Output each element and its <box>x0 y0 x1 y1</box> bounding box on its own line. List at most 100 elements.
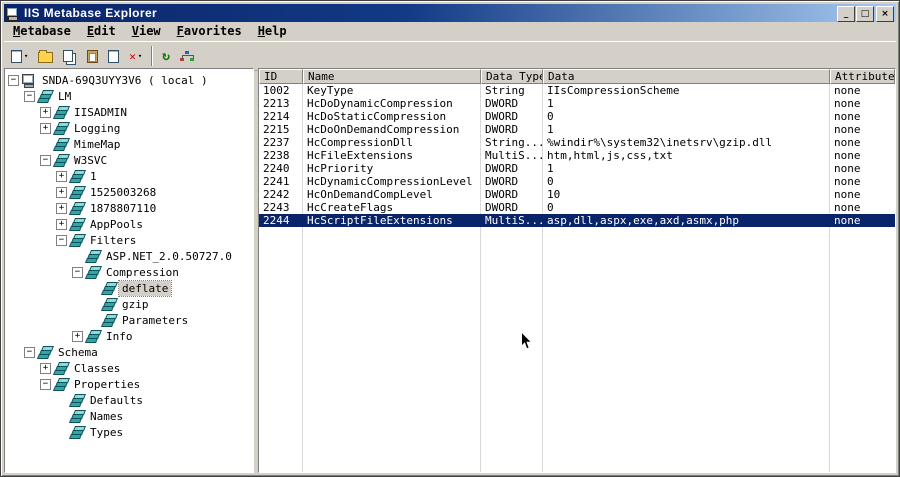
cell-name: HcDoOnDemandCompression <box>307 123 460 136</box>
table-row-2214[interactable]: 2214 HcDoStaticCompression DWORD 0 none <box>259 110 895 123</box>
maximize-button[interactable]: □ <box>856 6 874 22</box>
tree-item-asp-net-2-0-50727-0[interactable]: ASP.NET_2.0.50727.0 <box>7 248 253 264</box>
tree-item-defaults[interactable]: Defaults <box>7 392 253 408</box>
table-row-2240[interactable]: 2240 HcPriority DWORD 1 none <box>259 162 895 175</box>
table-row-2238[interactable]: 2238 HcFileExtensions MultiS... htm,html,js… <box>259 149 895 162</box>
collapse-icon[interactable]: − <box>24 90 35 102</box>
tree-item-logging[interactable]: + Logging <box>7 120 253 136</box>
metabase-key-icon <box>52 105 71 120</box>
menu-favorites[interactable]: Favorites <box>169 23 250 40</box>
cell-data-type: DWORD <box>485 110 519 123</box>
table-row-2215[interactable]: 2215 HcDoOnDemandCompression DWORD 1 none <box>259 123 895 136</box>
edit-record-button[interactable] <box>103 44 124 68</box>
tree-item-snda-69q3uyy3v6-local[interactable]: − SNDA-69Q3UYY3V6 ( local ) <box>7 72 253 88</box>
metabase-tree[interactable]: − SNDA-69Q3UYY3V6 ( local ) − LM + IISADMIN + L… <box>4 68 254 473</box>
cell-data-type: DWORD <box>485 188 519 201</box>
collapse-icon[interactable]: − <box>72 266 83 278</box>
expand-icon[interactable]: + <box>72 330 83 342</box>
tree-item-1[interactable]: +1 <box>7 168 253 184</box>
table-row-2244[interactable]: 2244 HcScriptFileExtensions MultiS... asp,d… <box>259 214 895 227</box>
table-row-2243[interactable]: 2243 HcCreateFlags DWORD 0 none <box>259 201 895 214</box>
cell-attributes: none <box>834 214 861 227</box>
column-header-data[interactable]: Data <box>543 69 830 84</box>
collapse-icon[interactable]: − <box>40 154 51 166</box>
window-controls: _ □ × <box>836 6 894 22</box>
metabase-key-icon <box>52 153 71 168</box>
tree-item-classes[interactable]: + Classes <box>7 360 253 376</box>
column-header-data-type[interactable]: Data Type <box>481 69 543 84</box>
table-row-1002[interactable]: 1002 KeyType String IIsCompressionScheme non… <box>259 84 895 97</box>
tree-item-label: ASP.NET_2.0.50727.0 <box>106 249 232 263</box>
table-row-2242[interactable]: 2242 HcOnDemandCompLevel DWORD 10 none <box>259 188 895 201</box>
tree-item-label: LM <box>58 89 72 103</box>
tree-item-deflate[interactable]: deflate <box>7 279 253 297</box>
collapse-icon[interactable]: − <box>8 74 19 86</box>
tree-item-compression[interactable]: − Compression <box>7 264 253 280</box>
tree-item-properties[interactable]: − Properties <box>7 376 253 392</box>
metabase-key-icon <box>52 377 71 392</box>
table-row-2237[interactable]: 2237 HcCompressionDll String... %windir%\sy… <box>259 136 895 149</box>
tree-item-gzip[interactable]: gzip <box>7 296 253 312</box>
cell-data: 0 <box>547 175 554 188</box>
expand-icon[interactable]: + <box>56 186 67 198</box>
menu-help[interactable]: Help <box>250 23 295 40</box>
connect-computer-button[interactable] <box>175 44 198 68</box>
new-key-button[interactable]: ▾ <box>6 44 33 68</box>
column-header-id[interactable]: ID <box>259 69 303 84</box>
tree-item-names[interactable]: Names <box>7 408 253 424</box>
cell-name: HcPriority <box>307 162 374 175</box>
table-row-2213[interactable]: 2213 HcDoDynamicCompression DWORD 1 none <box>259 97 895 110</box>
open-folder-button[interactable] <box>33 44 58 68</box>
refresh-button[interactable]: ↻ <box>157 44 175 68</box>
copy-button[interactable] <box>58 44 82 68</box>
menu-edit[interactable]: Edit <box>79 23 124 40</box>
column-header-name[interactable]: Name <box>303 69 481 84</box>
cell-name: HcDoDynamicCompression <box>307 97 453 110</box>
tree-item-label: 1 <box>90 169 97 183</box>
cell-data-type: MultiS... <box>485 214 543 227</box>
tree-item-1525003268[interactable]: +1525003268 <box>7 184 253 200</box>
tree-item-apppools[interactable]: + AppPools <box>7 216 253 232</box>
cell-attributes: none <box>834 188 861 201</box>
network-icon <box>180 50 194 62</box>
minimize-button[interactable]: _ <box>837 6 855 22</box>
cell-id: 2242 <box>263 188 290 201</box>
expand-icon[interactable]: + <box>56 218 67 230</box>
collapse-icon[interactable]: − <box>40 378 51 390</box>
tree-item-w3svc[interactable]: − W3SVC <box>7 152 253 168</box>
menu-view[interactable]: View <box>124 23 169 40</box>
paste-button[interactable] <box>82 44 103 68</box>
window-title: IIS Metabase Explorer <box>24 6 158 20</box>
expand-icon[interactable]: + <box>40 106 51 118</box>
menu-metabase[interactable]: Metabase <box>5 23 79 40</box>
tree-item-iisadmin[interactable]: + IISADMIN <box>7 104 253 120</box>
tree-item-info[interactable]: + Info <box>7 328 253 344</box>
expand-icon[interactable]: + <box>40 122 51 134</box>
expand-icon[interactable]: + <box>56 202 67 214</box>
metabase-key-icon <box>84 249 103 264</box>
expand-icon[interactable]: + <box>56 170 67 182</box>
tree-item-schema[interactable]: − Schema <box>7 344 253 360</box>
tree-item-filters[interactable]: − Filters <box>7 232 253 248</box>
column-header-attributes[interactable]: Attributes <box>830 69 895 84</box>
tree-item-lm[interactable]: − LM <box>7 88 253 104</box>
tree-item-label: Properties <box>74 377 141 391</box>
tree-item-parameters[interactable]: Parameters <box>7 312 253 328</box>
table-row-2241[interactable]: 2241 HcDynamicCompressionLevel DWORD 0 none <box>259 175 895 188</box>
collapse-icon[interactable]: − <box>24 346 35 358</box>
collapse-icon[interactable]: − <box>56 234 67 246</box>
expand-icon[interactable]: + <box>40 362 51 374</box>
paste-icon <box>87 49 99 63</box>
delete-button[interactable]: ✕ ▾ <box>124 44 147 68</box>
toolbar-separator <box>151 46 154 66</box>
metabase-key-icon <box>68 233 87 248</box>
close-button[interactable]: × <box>876 6 894 22</box>
title-bar[interactable]: IIS Metabase Explorer _ □ × <box>4 4 896 22</box>
tree-item-mimemap[interactable]: MimeMap <box>7 136 253 152</box>
tree-item-types[interactable]: Types <box>7 424 253 440</box>
tree-item-1878807110[interactable]: +1878807110 <box>7 200 253 216</box>
